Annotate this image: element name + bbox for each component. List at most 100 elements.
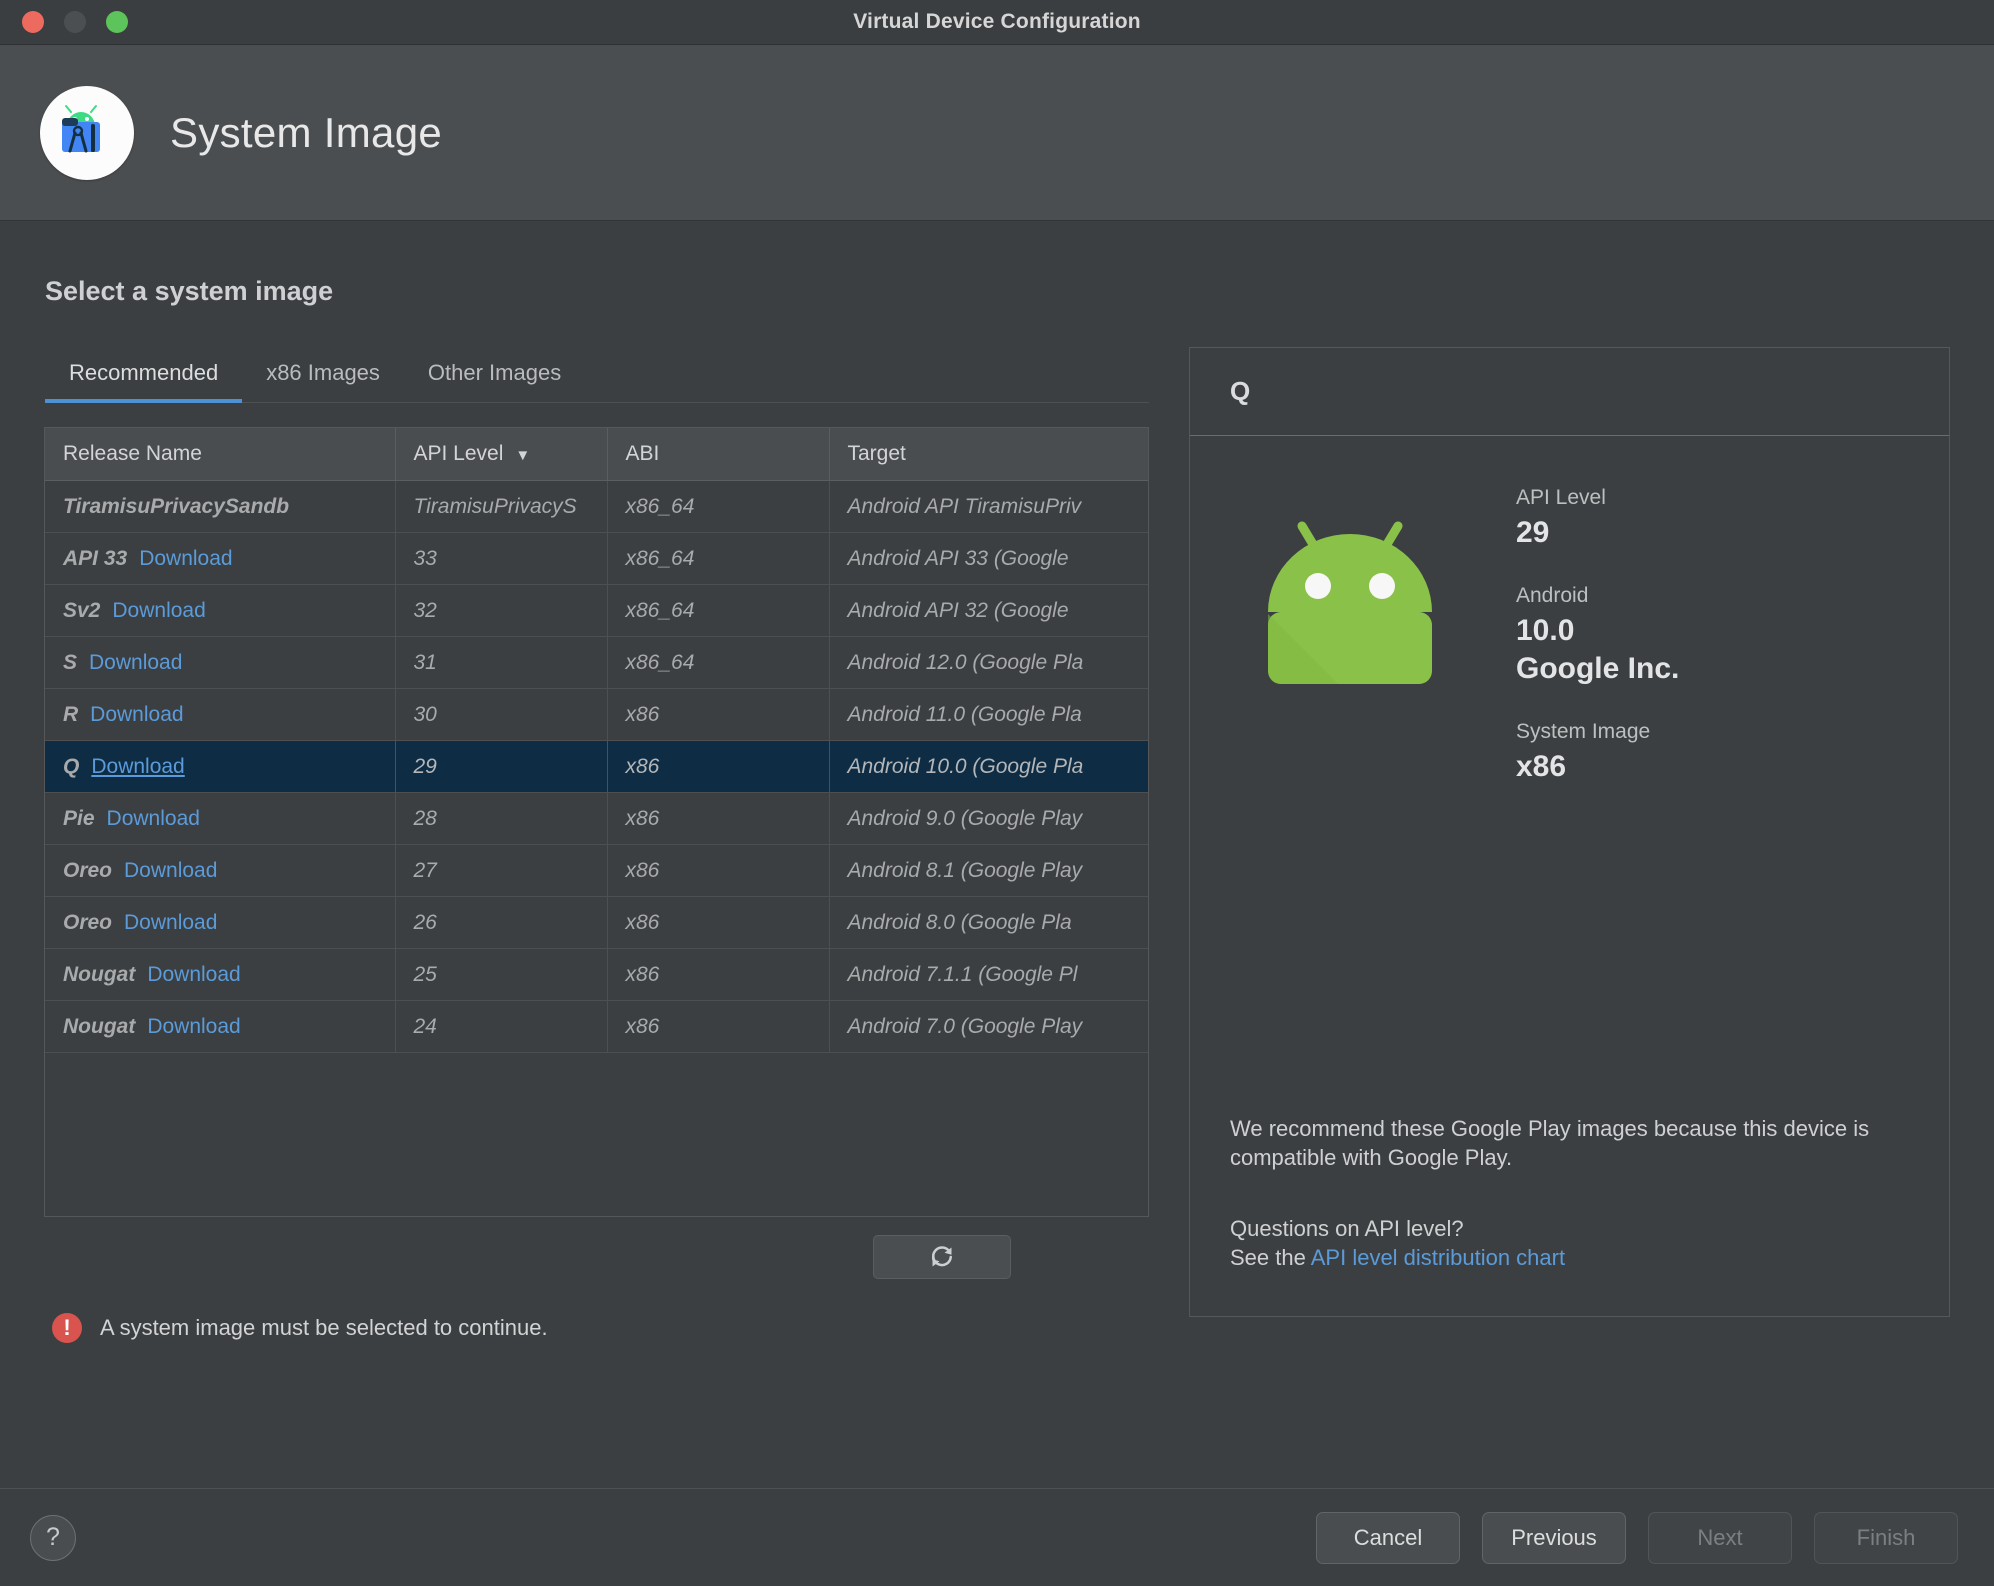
cell-target: Android 11.0 (Google Pla	[829, 688, 1148, 741]
wizard-navigation-buttons: Cancel Previous Next Finish	[1316, 1511, 1958, 1564]
spec-label-android: Android	[1516, 584, 1589, 607]
cell-api-level: 29	[395, 740, 608, 793]
cell-abi: x86_64	[607, 532, 830, 585]
cell-release-name: Oreo Download	[45, 844, 396, 897]
android-robot-illustration	[1230, 478, 1470, 818]
table-body: TiramisuPrivacySandb TiramisuPrivacyS x86_…	[45, 480, 1148, 1053]
cell-release-name: Pie Download	[45, 792, 396, 845]
detail-specs: API Level 29 Android 10.0 Google Inc. Sy…	[1516, 478, 1909, 818]
spec-value-android-version: 10.0	[1516, 614, 1575, 647]
android-robot-icon	[1268, 521, 1432, 684]
cell-api-level: 33	[395, 532, 608, 585]
release-name-label: TiramisuPrivacySandb	[63, 494, 290, 518]
release-name-label: S	[63, 650, 78, 674]
table-row[interactable]: Nougat Download 24 x86 Android 7.0 (Google P…	[45, 1000, 1148, 1053]
cell-target: Android 8.1 (Google Play	[829, 844, 1148, 897]
cell-release-name: Q Download	[45, 740, 396, 793]
download-link[interactable]: Download	[147, 1015, 240, 1038]
download-link[interactable]: Download	[147, 963, 240, 986]
cell-abi: x86	[607, 792, 830, 845]
release-name-label: Nougat	[63, 1014, 136, 1038]
column-header-api-level[interactable]: API Level ▼	[395, 428, 608, 481]
spec-value-system-image: x86	[1516, 750, 1567, 783]
tab-x86-images[interactable]: x86 Images	[242, 360, 404, 402]
cell-target: Android API TiramisuPriv	[829, 480, 1148, 533]
cell-abi: x86	[607, 688, 830, 741]
finish-button[interactable]: Finish	[1814, 1511, 1958, 1564]
download-link[interactable]: Download	[139, 547, 232, 570]
window-title: Virtual Device Configuration	[853, 10, 1141, 33]
table-row[interactable]: Oreo Download 26 x86 Android 8.0 (Google Pla	[45, 896, 1148, 949]
tab-other-images[interactable]: Other Images	[404, 360, 585, 402]
detail-heading: Q	[1190, 348, 1949, 436]
release-name-label: R	[63, 702, 79, 726]
window-titlebar: Virtual Device Configuration	[0, 0, 1994, 45]
cell-target: Android 12.0 (Google Pla	[829, 636, 1148, 689]
table-row[interactable]: Nougat Download 25 x86 Android 7.1.1 (Google…	[45, 948, 1148, 1001]
table-header-row: Release Name API Level ▼ ABI Target	[45, 428, 1148, 481]
see-the-label: See the	[1230, 1244, 1306, 1270]
error-message: A system image must be selected to conti…	[100, 1315, 548, 1340]
wizard-header: System Image	[0, 45, 1994, 221]
refresh-icon	[931, 1246, 952, 1267]
cell-api-level: 32	[395, 584, 608, 637]
release-name-label: Oreo	[63, 910, 113, 934]
cell-abi: x86_64	[607, 584, 830, 637]
cell-target: Android 7.0 (Google Play	[829, 1000, 1148, 1053]
cell-release-name: API 33 Download	[45, 532, 396, 585]
api-level-distribution-chart-link[interactable]: API level distribution chart	[1311, 1245, 1565, 1270]
download-link[interactable]: Download	[112, 599, 205, 622]
table-row[interactable]: Sv2 Download 32 x86_64 Android API 32 (Googl…	[45, 584, 1148, 637]
cell-abi: x86	[607, 948, 830, 1001]
cell-target: Android 9.0 (Google Play	[829, 792, 1148, 845]
download-link[interactable]: Download	[107, 807, 200, 830]
tab-recommended[interactable]: Recommended	[45, 360, 243, 403]
recommendation-text: We recommend these Google Play images be…	[1230, 1115, 1870, 1170]
spec-label-api-level: API Level	[1516, 486, 1606, 509]
cell-api-level: 27	[395, 844, 608, 897]
release-name-label: API 33	[63, 546, 128, 570]
sort-descending-icon: ▼	[515, 447, 531, 464]
release-name-label: Nougat	[63, 962, 136, 986]
help-button[interactable]: ?	[30, 1514, 76, 1561]
cell-abi: x86	[607, 844, 830, 897]
table-row[interactable]: R Download 30 x86 Android 11.0 (Google Pla	[45, 688, 1148, 741]
next-button[interactable]: Next	[1648, 1511, 1792, 1564]
cell-target: Android 8.0 (Google Pla	[829, 896, 1148, 949]
api-question-text: Questions on API level?	[1230, 1215, 1464, 1241]
cell-abi: x86_64	[607, 636, 830, 689]
column-header-release-name[interactable]: Release Name	[45, 428, 396, 481]
table-row[interactable]: Oreo Download 27 x86 Android 8.1 (Google Pla…	[45, 844, 1148, 897]
cell-release-name: S Download	[45, 636, 396, 689]
cell-release-name: Nougat Download	[45, 948, 396, 1001]
column-header-target[interactable]: Target	[829, 428, 1148, 481]
system-image-chooser: Recommended x86 Images Other Images Rele…	[44, 347, 1149, 1343]
refresh-images-button[interactable]	[873, 1235, 1011, 1279]
download-link[interactable]: Download	[90, 703, 183, 726]
table-row[interactable]: Q Download 29 x86 Android 10.0 (Google Pla	[45, 740, 1148, 793]
download-link[interactable]: Download	[124, 859, 217, 882]
spec-value-vendor: Google Inc.	[1516, 652, 1680, 685]
system-image-table-container[interactable]: Release Name API Level ▼ ABI Target Tiram…	[44, 427, 1149, 1217]
cell-api-level: 25	[395, 948, 608, 1001]
cell-api-level: 30	[395, 688, 608, 741]
api-chart-line: See the API level distribution chart	[1230, 1243, 1909, 1272]
previous-button[interactable]: Previous	[1482, 1511, 1626, 1564]
wizard-body: Select a system image Recommended x86 Im…	[0, 221, 1994, 1488]
system-image-detail-panel: Q API Level 29 Android 10.0 Google Inc. …	[1189, 347, 1950, 1317]
table-row[interactable]: S Download 31 x86_64 Android 12.0 (Google Pl…	[45, 636, 1148, 689]
cell-api-level: TiramisuPrivacyS	[395, 480, 608, 533]
table-row[interactable]: TiramisuPrivacySandb TiramisuPrivacyS x86_…	[45, 480, 1148, 533]
table-row[interactable]: API 33 Download 33 x86_64 Android API 33 (Go…	[45, 532, 1148, 585]
cell-abi: x86	[607, 740, 830, 793]
table-header: Release Name API Level ▼ ABI Target	[45, 428, 1148, 481]
table-row[interactable]: Pie Download 28 x86 Android 9.0 (Google Play	[45, 792, 1148, 845]
download-link[interactable]: Download	[89, 651, 182, 674]
download-link[interactable]: Download	[124, 911, 217, 934]
column-header-abi[interactable]: ABI	[607, 428, 830, 481]
download-link[interactable]: Download	[91, 755, 184, 778]
cell-release-name: TiramisuPrivacySandb	[45, 480, 396, 533]
cancel-button[interactable]: Cancel	[1316, 1511, 1460, 1564]
cell-api-level: 28	[395, 792, 608, 845]
release-name-label: Pie	[63, 806, 95, 830]
